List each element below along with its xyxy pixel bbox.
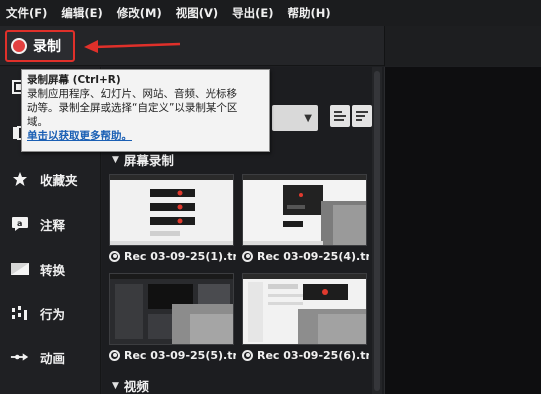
- record-button-label: 录制: [33, 39, 61, 55]
- clip-label[interactable]: Rec 03-09-25(4).tr...: [242, 247, 369, 265]
- sidebar-item-transitions[interactable]: 转换: [0, 249, 101, 289]
- clip-name: Rec 03-09-25(4).tr...: [257, 249, 369, 263]
- star-icon: [10, 171, 30, 187]
- menu-modify[interactable]: 修改(M): [117, 5, 162, 21]
- recording-icon: [242, 250, 253, 262]
- toolbar-right-panel: [384, 26, 541, 66]
- clip-name: Rec 03-09-25(6).tr...: [257, 348, 369, 362]
- section-title: 屏幕录制: [123, 153, 174, 168]
- list-view-icon: [334, 109, 346, 123]
- canvas-panel: [384, 67, 541, 394]
- sidebar-item-behaviors[interactable]: 行为: [0, 293, 101, 333]
- clip-thumbnail[interactable]: [109, 174, 234, 246]
- sidebar-item-label: 注释: [40, 217, 66, 233]
- sidebar-item-label: 转换: [40, 262, 66, 278]
- menu-edit[interactable]: 编辑(E): [61, 5, 102, 21]
- clip-label[interactable]: Rec 03-09-25(5).tr...: [109, 346, 236, 364]
- clip-label[interactable]: Rec 03-09-25(6).tr...: [242, 346, 369, 364]
- scrollbar-thumb[interactable]: [374, 71, 380, 391]
- tooltip-title: 录制屏幕 (Ctrl+R): [27, 74, 121, 86]
- view-list-button[interactable]: [352, 105, 372, 127]
- behavior-icon: [10, 305, 30, 321]
- sidebar-item-animations[interactable]: 动画: [0, 337, 101, 377]
- record-tooltip: 录制屏幕 (Ctrl+R) 录制应用程序、幻灯片、网站、音频、光标移 动等。录制…: [21, 69, 270, 152]
- collapse-triangle-icon: ▼: [112, 380, 119, 391]
- menu-export[interactable]: 导出(E): [232, 5, 273, 21]
- svg-text:a: a: [17, 219, 22, 228]
- annotation-arrow-icon: [84, 40, 181, 53]
- clip-thumbnail[interactable]: [109, 273, 234, 345]
- menu-view[interactable]: 视图(V): [176, 5, 218, 21]
- clip-thumbnail[interactable]: [242, 174, 367, 246]
- tooltip-line: 录制应用程序、幻灯片、网站、音频、光标移: [27, 88, 237, 100]
- media-scrollbar[interactable]: [372, 67, 382, 394]
- clip-name: Rec 03-09-25(1).trec: [124, 249, 236, 263]
- clip-thumbnail[interactable]: [242, 273, 367, 345]
- transition-icon: [10, 261, 30, 277]
- sort-lines-icon: [356, 109, 368, 123]
- clip-name: Rec 03-09-25(5).tr...: [124, 348, 236, 362]
- view-details-button[interactable]: [330, 105, 350, 127]
- collapse-triangle-icon: ▼: [112, 154, 119, 165]
- sidebar-item-favorites[interactable]: 收藏夹: [0, 159, 101, 199]
- chevron-down-icon: ▼: [304, 112, 312, 124]
- recording-icon: [109, 250, 120, 262]
- recording-icon: [109, 349, 120, 361]
- record-icon: [11, 38, 27, 54]
- tooltip-line: 域。: [27, 116, 48, 128]
- menu-help[interactable]: 帮助(H): [288, 5, 331, 21]
- record-button[interactable]: 录制: [5, 30, 75, 62]
- tooltip-help-link[interactable]: 单击以获取更多帮助。: [27, 129, 264, 143]
- tooltip-line: 动等。录制全屏或选择“自定义”以录制某个区: [27, 102, 238, 114]
- menu-bar: 文件(F) 编辑(E) 修改(M) 视图(V) 导出(E) 帮助(H): [0, 0, 541, 26]
- sidebar-item-label: 收藏夹: [40, 172, 78, 188]
- animation-icon: [10, 349, 30, 365]
- section-screen-recordings[interactable]: ▼ 屏幕录制: [112, 150, 174, 169]
- section-videos[interactable]: ▼ 视频: [112, 376, 149, 394]
- section-title: 视频: [123, 379, 149, 394]
- annotation-icon: a: [10, 216, 30, 232]
- sidebar-item-label: 动画: [40, 350, 66, 366]
- clip-label[interactable]: Rec 03-09-25(1).trec: [109, 247, 236, 265]
- sort-dropdown[interactable]: ▼: [272, 105, 318, 131]
- menu-file[interactable]: 文件(F): [6, 5, 47, 21]
- sidebar-item-label: 行为: [40, 306, 66, 322]
- sidebar-item-annotations[interactable]: a 注释: [0, 204, 101, 244]
- recording-icon: [242, 349, 253, 361]
